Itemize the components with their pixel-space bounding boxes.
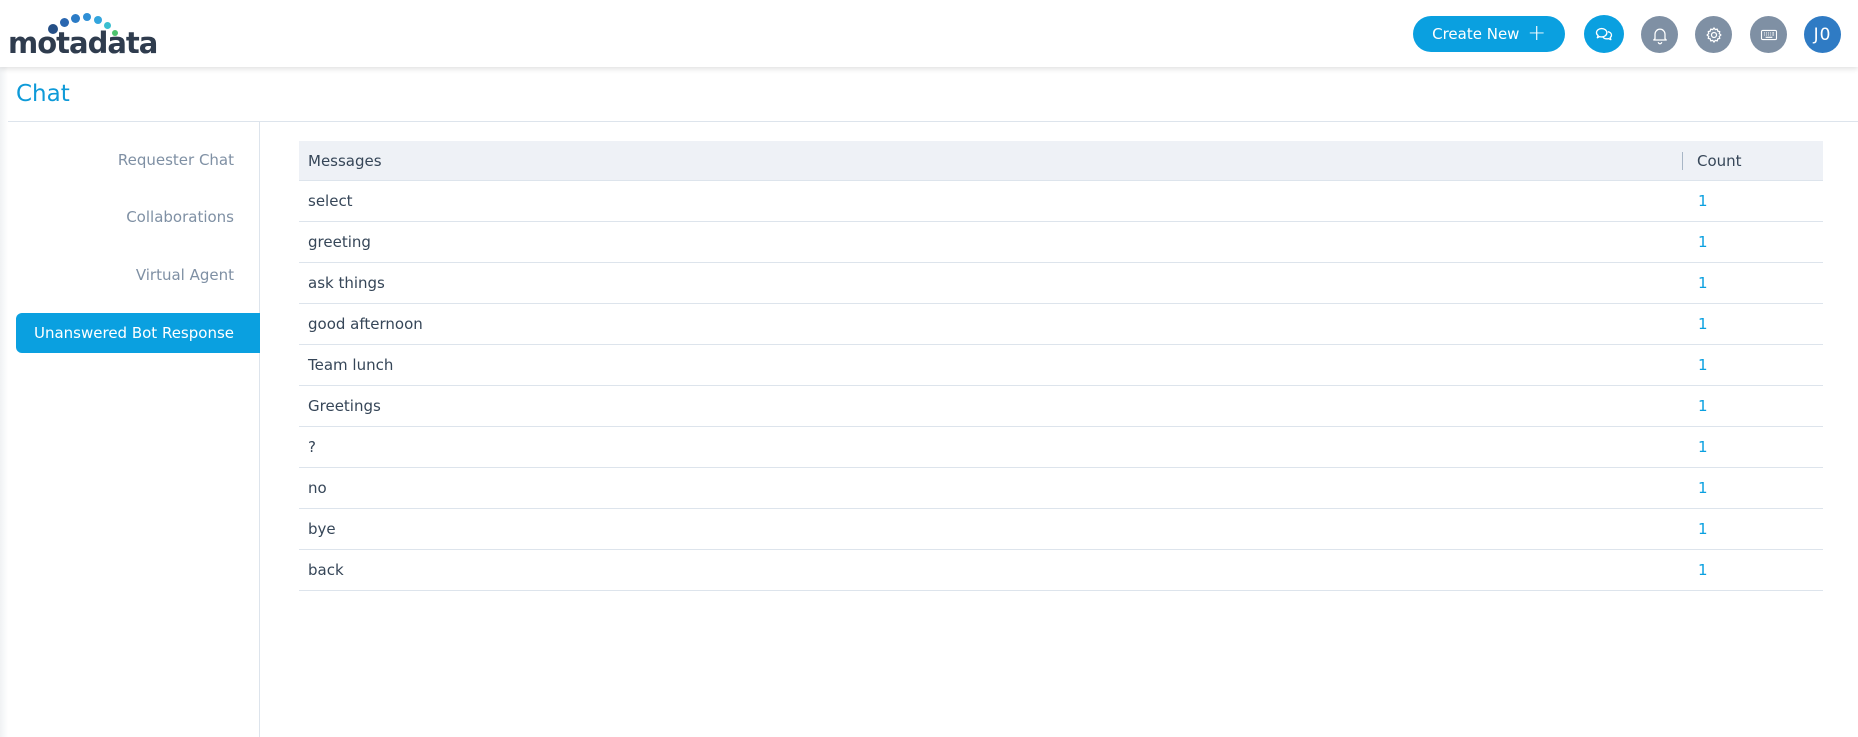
sidebar-item-virtual-agent[interactable]: Virtual Agent <box>16 255 260 295</box>
plus-icon: + <box>1527 21 1546 46</box>
page-title-bar: Chat <box>0 67 1858 122</box>
logo-dot <box>94 16 102 24</box>
gear-icon <box>1705 26 1722 43</box>
create-new-button[interactable]: Create New + <box>1413 16 1565 52</box>
message-cell: back <box>308 561 344 579</box>
table-row[interactable]: Greetings 1 <box>299 386 1823 427</box>
count-link[interactable]: 1 <box>1698 304 1708 344</box>
chat-button[interactable] <box>1584 15 1624 53</box>
logo-dot <box>71 14 80 23</box>
count-link[interactable]: 1 <box>1698 427 1708 467</box>
unanswered-messages-table: Messages Count select 1 greeting 1 ask thing… <box>299 141 1823 591</box>
notifications-button[interactable] <box>1641 16 1678 53</box>
message-cell: ? <box>308 438 316 456</box>
top-header: motadata Create New + J0 <box>0 0 1858 67</box>
message-cell: ask things <box>308 274 385 292</box>
column-resize-handle[interactable] <box>1682 152 1683 170</box>
count-link[interactable]: 1 <box>1698 345 1708 385</box>
count-link[interactable]: 1 <box>1698 468 1708 508</box>
message-cell: good afternoon <box>308 315 423 333</box>
count-link[interactable]: 1 <box>1698 509 1708 549</box>
count-link[interactable]: 1 <box>1698 386 1708 426</box>
table-header: Messages Count <box>299 141 1823 181</box>
count-link[interactable]: 1 <box>1698 550 1708 590</box>
table-row[interactable]: select 1 <box>299 181 1823 222</box>
message-cell: greeting <box>308 233 371 251</box>
message-cell: Team lunch <box>308 356 394 374</box>
message-cell: Greetings <box>308 397 381 415</box>
chat-icon <box>1595 27 1613 41</box>
table-row[interactable]: no 1 <box>299 468 1823 509</box>
table-row[interactable]: greeting 1 <box>299 222 1823 263</box>
message-cell: bye <box>308 520 336 538</box>
count-link[interactable]: 1 <box>1698 222 1708 262</box>
table-row[interactable]: ask things 1 <box>299 263 1823 304</box>
table-row[interactable]: Team lunch 1 <box>299 345 1823 386</box>
logo-dot <box>83 13 91 21</box>
count-link[interactable]: 1 <box>1698 181 1708 221</box>
table-row[interactable]: good afternoon 1 <box>299 304 1823 345</box>
count-link[interactable]: 1 <box>1698 263 1708 303</box>
logo-text: motadata <box>8 26 158 60</box>
table-row[interactable]: bye 1 <box>299 509 1823 550</box>
table-body: select 1 greeting 1 ask things 1 good afternoo… <box>299 181 1823 591</box>
column-header-count[interactable]: Count <box>1697 141 1742 181</box>
page-title: Chat <box>16 81 70 107</box>
bell-icon <box>1652 28 1667 44</box>
sidebar-item-collaborations[interactable]: Collaborations <box>16 197 260 237</box>
table-row[interactable]: back 1 <box>299 550 1823 591</box>
keyboard-shortcuts-button[interactable] <box>1750 16 1787 53</box>
sidebar-item-requester-chat[interactable]: Requester Chat <box>16 140 260 180</box>
create-new-label: Create New <box>1432 25 1520 43</box>
table-row[interactable]: ? 1 <box>299 427 1823 468</box>
settings-button[interactable] <box>1695 16 1732 53</box>
message-cell: select <box>308 192 353 210</box>
keyboard-icon <box>1760 29 1777 40</box>
message-cell: no <box>308 479 327 497</box>
avatar-initials: J0 <box>1813 24 1832 45</box>
column-header-messages[interactable]: Messages <box>308 141 382 181</box>
user-avatar[interactable]: J0 <box>1804 16 1841 53</box>
chat-sidebar: Requester Chat Collaborations Virtual Ag… <box>0 122 260 737</box>
sidebar-item-unanswered-bot-response[interactable]: Unanswered Bot Response <box>16 313 260 353</box>
motadata-logo[interactable]: motadata <box>8 10 158 58</box>
